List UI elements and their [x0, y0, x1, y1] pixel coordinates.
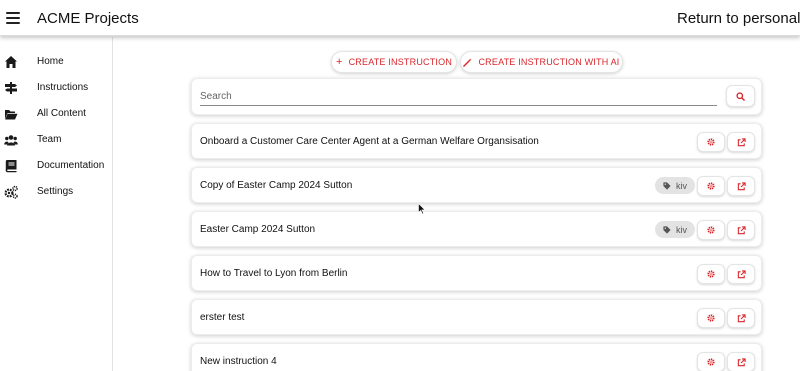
- action-buttons-row: + CREATE INSTRUCTION CREATE INSTRUCTION …: [0, 51, 800, 73]
- create-instruction-with-ai-label: CREATE INSTRUCTION WITH AI: [478, 57, 620, 67]
- plus-icon: +: [335, 55, 343, 68]
- gear-icon: [707, 138, 715, 146]
- signpost-icon: [5, 82, 17, 94]
- instruction-open-external-button[interactable]: [727, 132, 755, 152]
- search-icon: [736, 91, 745, 101]
- create-instruction-button[interactable]: + CREATE INSTRUCTION: [331, 51, 457, 73]
- tag-icon: [663, 225, 671, 234]
- external-link-icon: [737, 269, 746, 278]
- external-link-icon: [737, 313, 746, 322]
- create-instruction-label: CREATE INSTRUCTION: [348, 57, 453, 67]
- instruction-open-external-button[interactable]: [727, 264, 755, 284]
- sidebar-item-label: Team: [37, 134, 62, 145]
- search-button[interactable]: [726, 85, 755, 107]
- return-to-personal-space-link[interactable]: Return to personal sp: [677, 10, 800, 27]
- external-link-icon: [737, 225, 746, 234]
- instruction-settings-button[interactable]: [697, 220, 725, 240]
- sidebar-item-label: Instructions: [37, 82, 89, 93]
- instruction-open-external-button[interactable]: [727, 176, 755, 196]
- instruction-open-external-button[interactable]: [727, 220, 755, 240]
- tag-badge[interactable]: kiv: [655, 177, 695, 194]
- instruction-settings-button[interactable]: [697, 176, 725, 196]
- sidebar-item-settings[interactable]: Settings: [0, 181, 112, 203]
- sidebar-item-label: All Content: [37, 108, 86, 119]
- external-link-icon: [737, 137, 746, 146]
- sidebar-item-documentation[interactable]: Documentation: [0, 155, 112, 177]
- book-icon: [5, 160, 17, 173]
- gear-icon: [707, 314, 715, 322]
- external-link-icon: [737, 357, 746, 366]
- instruction-row[interactable]: erster test: [191, 299, 762, 335]
- instruction-title: How to Travel to Lyon from Berlin: [200, 268, 348, 279]
- cogs-icon: [4, 185, 18, 199]
- instruction-title: Easter Camp 2024 Sutton: [200, 224, 316, 235]
- instruction-open-external-button[interactable]: [727, 352, 755, 371]
- sidebar-item-team[interactable]: Team: [0, 129, 112, 151]
- sidebar-item-instructions[interactable]: Instructions: [0, 77, 112, 99]
- instruction-row[interactable]: Copy of Easter Camp 2024 Sutton kiv: [191, 167, 762, 203]
- top-bar: ACME Projects Return to personal sp: [0, 0, 800, 36]
- instruction-title: Onboard a Customer Care Center Agent at …: [200, 136, 539, 147]
- magic-wand-icon: [463, 57, 473, 67]
- tag-badge[interactable]: kiv: [655, 221, 695, 238]
- sidebar-item-label: Settings: [37, 186, 74, 197]
- instruction-open-external-button[interactable]: [727, 308, 755, 328]
- instruction-title: Copy of Easter Camp 2024 Sutton: [200, 180, 353, 191]
- create-instruction-with-ai-button[interactable]: CREATE INSTRUCTION WITH AI: [460, 51, 623, 73]
- gear-icon: [707, 358, 715, 366]
- instruction-row[interactable]: Onboard a Customer Care Center Agent at …: [191, 123, 762, 159]
- app-title: ACME Projects: [37, 10, 139, 27]
- gear-icon: [707, 226, 715, 234]
- instruction-settings-button[interactable]: [697, 352, 725, 371]
- sidebar-item-label: Documentation: [37, 160, 105, 171]
- sidebar: Home Instructions All Content Team Docum…: [0, 37, 113, 371]
- instruction-title: erster test: [200, 312, 245, 323]
- users-icon: [4, 135, 18, 146]
- instruction-row[interactable]: How to Travel to Lyon from Berlin: [191, 255, 762, 291]
- folder-open-icon: [5, 110, 18, 120]
- gear-icon: [707, 270, 715, 278]
- instruction-settings-button[interactable]: [697, 132, 725, 152]
- tag-label: kiv: [676, 180, 687, 191]
- tag-icon: [663, 181, 671, 190]
- instruction-title: New instruction 4: [200, 356, 277, 367]
- instruction-settings-button[interactable]: [697, 264, 725, 284]
- search-card: [191, 78, 762, 115]
- search-input[interactable]: [200, 88, 717, 106]
- instruction-settings-button[interactable]: [697, 308, 725, 328]
- gear-icon: [707, 182, 715, 190]
- tag-label: kiv: [676, 224, 687, 235]
- hamburger-menu-icon[interactable]: [6, 9, 20, 27]
- instruction-row[interactable]: Easter Camp 2024 Sutton kiv: [191, 211, 762, 247]
- instruction-row[interactable]: New instruction 4: [191, 343, 762, 371]
- external-link-icon: [737, 181, 746, 190]
- sidebar-item-all-content[interactable]: All Content: [0, 103, 112, 125]
